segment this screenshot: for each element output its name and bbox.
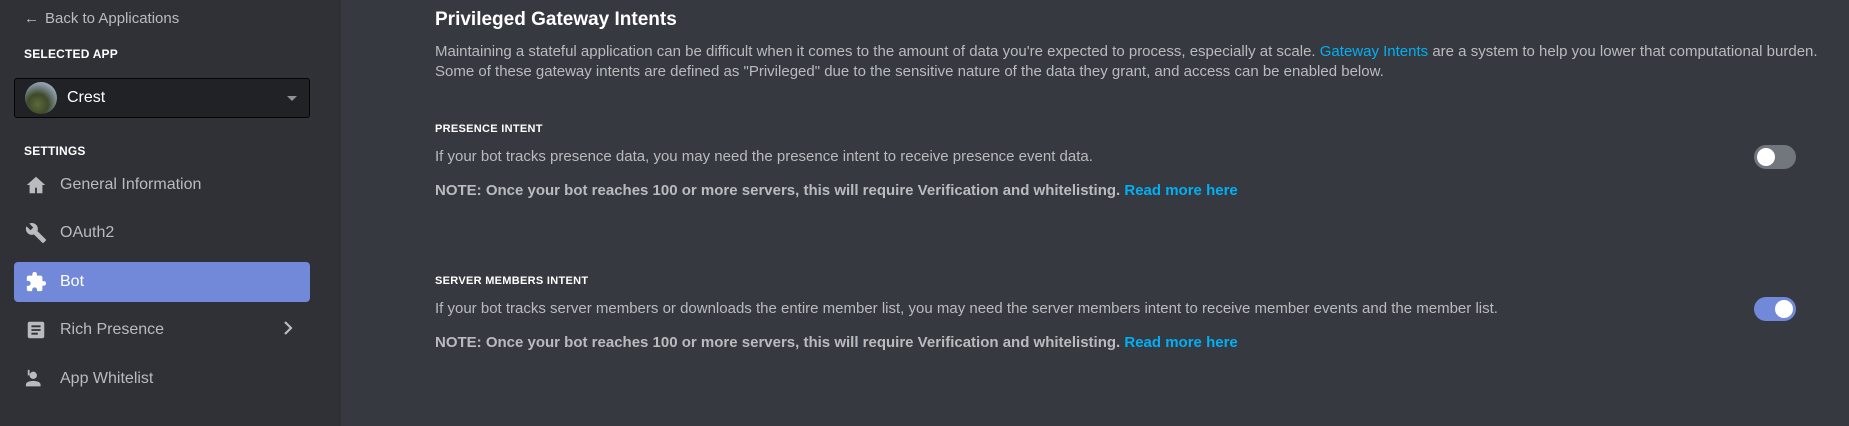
presence-intent-note: NOTE: Once your bot reaches 100 or more … xyxy=(435,182,1238,199)
back-link-label: Back to Applications xyxy=(45,10,180,27)
home-icon xyxy=(24,173,48,197)
gateway-intents-link[interactable]: Gateway Intents xyxy=(1320,43,1428,60)
app-name: Crest xyxy=(67,89,106,106)
puzzle-icon xyxy=(24,270,48,294)
selected-app-heading: SELECTED APP xyxy=(24,47,118,61)
sidebar-item-label: Bot xyxy=(60,273,85,290)
sidebar-item-bot[interactable]: Bot xyxy=(14,262,310,302)
caret-down-icon xyxy=(287,95,297,101)
read-more-link[interactable]: Read more here xyxy=(1124,334,1237,351)
back-to-applications-link[interactable]: ← Back to Applications xyxy=(24,10,179,27)
sidebar-item-general-information[interactable]: General Information xyxy=(14,165,310,205)
intro-text-start: Maintaining a stateful application can b… xyxy=(435,43,1320,60)
wrench-icon xyxy=(24,221,48,245)
app-avatar xyxy=(25,82,57,114)
sidebar-item-rich-presence[interactable]: Rich Presence xyxy=(14,310,310,350)
sidebar-item-label: OAuth2 xyxy=(60,224,115,241)
person-icon xyxy=(24,367,48,391)
chevron-right-icon xyxy=(280,320,296,341)
page-title: Privileged Gateway Intents xyxy=(435,9,677,30)
sidebar-item-label: General Information xyxy=(60,176,202,193)
presence-intent-label: PRESENCE INTENT xyxy=(435,123,543,135)
main-content: Privileged Gateway Intents Maintaining a… xyxy=(341,0,1849,426)
sidebar-item-oauth2[interactable]: OAuth2 xyxy=(14,213,310,253)
sidebar: ← Back to Applications SELECTED APP Cres… xyxy=(0,0,341,426)
note-text: NOTE: Once your bot reaches 100 or more … xyxy=(435,334,1121,351)
sidebar-item-label: Rich Presence xyxy=(60,321,165,338)
server-members-intent-note: NOTE: Once your bot reaches 100 or more … xyxy=(435,334,1238,351)
server-members-intent-description: If your bot tracks server members or dow… xyxy=(435,300,1498,317)
intro-text: Maintaining a stateful application can b… xyxy=(435,42,1849,82)
presence-intent-toggle[interactable] xyxy=(1754,145,1796,169)
app-selector-dropdown[interactable]: Crest xyxy=(14,78,310,118)
toggle-knob xyxy=(1775,300,1793,318)
note-text: NOTE: Once your bot reaches 100 or more … xyxy=(435,182,1121,199)
server-members-intent-toggle[interactable] xyxy=(1754,297,1796,321)
server-members-intent-label: SERVER MEMBERS INTENT xyxy=(435,275,589,287)
sidebar-item-app-whitelist[interactable]: App Whitelist xyxy=(14,359,310,399)
sidebar-item-label: App Whitelist xyxy=(60,370,154,387)
arrow-left-icon: ← xyxy=(24,10,39,27)
developer-portal: ← Back to Applications SELECTED APP Cres… xyxy=(0,0,1849,426)
toggle-knob xyxy=(1757,148,1775,166)
document-icon xyxy=(24,318,48,342)
presence-intent-description: If your bot tracks presence data, you ma… xyxy=(435,148,1093,165)
settings-heading: SETTINGS xyxy=(24,144,86,158)
read-more-link[interactable]: Read more here xyxy=(1124,182,1237,199)
